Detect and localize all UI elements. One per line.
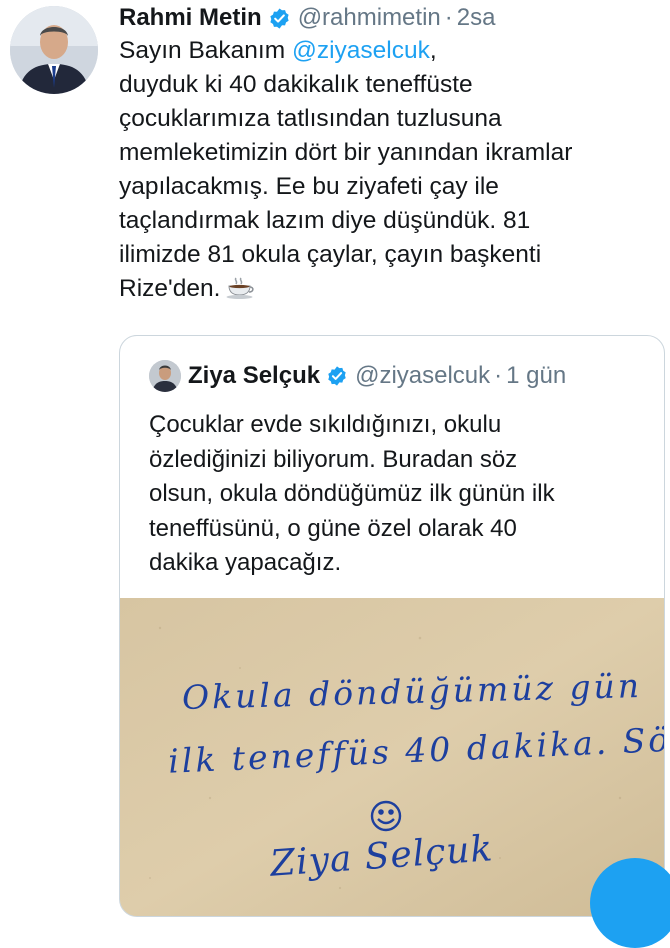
tweet-line: memleketimizin dört bir yanından ikramla… (119, 139, 573, 166)
author-name[interactable]: Rahmi Metin (119, 4, 262, 32)
author-avatar[interactable] (10, 6, 98, 94)
separator-dot: · (494, 362, 503, 389)
quoted-tweet[interactable]: Ziya Selçuk @ziyaselcuk · 1 gün Çocuklar… (119, 335, 665, 917)
handwritten-note-image[interactable]: Okula döndüğümüz gün ilk teneffüs 40 dak… (120, 598, 664, 916)
quoted-line: Çocuklar evde sıkıldığınızı, okulu (149, 411, 502, 438)
tweet-line: Rize'den. (119, 272, 659, 306)
tweet-header: Rahmi Metin @rahmimetin · 2sa (119, 2, 495, 34)
mention-link[interactable]: @ziyaselcuk (292, 37, 430, 64)
tweet-line: Sayın Bakanım @ziyaselcuk, (119, 37, 437, 64)
compose-fab[interactable] (590, 858, 670, 948)
tweet-line: yapılacakmış. Ee bu ziyafeti çay ile (119, 173, 499, 200)
quoted-author-handle[interactable]: @ziyaselcuk (355, 362, 490, 390)
tweet-text: Sayın Bakanım @ziyaselcuk, duyduk ki 40 … (119, 34, 659, 306)
tweet-line: taçlandırmak lazım diye düşündük. 81 (119, 207, 531, 234)
quoted-line: özlediğinizi biliyorum. Buradan söz (149, 445, 518, 473)
author-handle[interactable]: @rahmimetin (298, 4, 441, 32)
tweet-line: çocuklarımıza tatlısından tuzlusuna (119, 105, 502, 132)
verified-badge-icon (328, 366, 346, 386)
quoted-author-name[interactable]: Ziya Selçuk (188, 362, 320, 390)
separator-dot: · (444, 4, 453, 31)
tweet-line: duyduk ki 40 dakikalık teneffüste (119, 71, 473, 98)
quoted-tweet-text: Çocuklar evde sıkıldığınızı, okulu özled… (149, 408, 649, 581)
tea-cup-emoji (226, 277, 254, 299)
quoted-line: dakika yapacağız. (149, 549, 342, 576)
tweet[interactable]: Rahmi Metin @rahmimetin · 2sa Sayın Baka… (0, 0, 670, 948)
quoted-author-avatar[interactable] (149, 360, 181, 392)
tweet-time[interactable]: 2sa (457, 4, 496, 32)
quoted-tweet-header: Ziya Selçuk @ziyaselcuk · 1 gün (188, 358, 566, 394)
tweet-line: ilimizde 81 okula çaylar, çayın başkenti (119, 241, 542, 268)
quoted-tweet-time[interactable]: 1 gün (506, 362, 566, 390)
verified-badge-icon (270, 7, 289, 29)
quoted-line: olsun, okula döndüğümüz ilk günün ilk (149, 480, 555, 507)
quoted-line: teneffüsünü, o güne özel olarak 40 (149, 514, 517, 542)
